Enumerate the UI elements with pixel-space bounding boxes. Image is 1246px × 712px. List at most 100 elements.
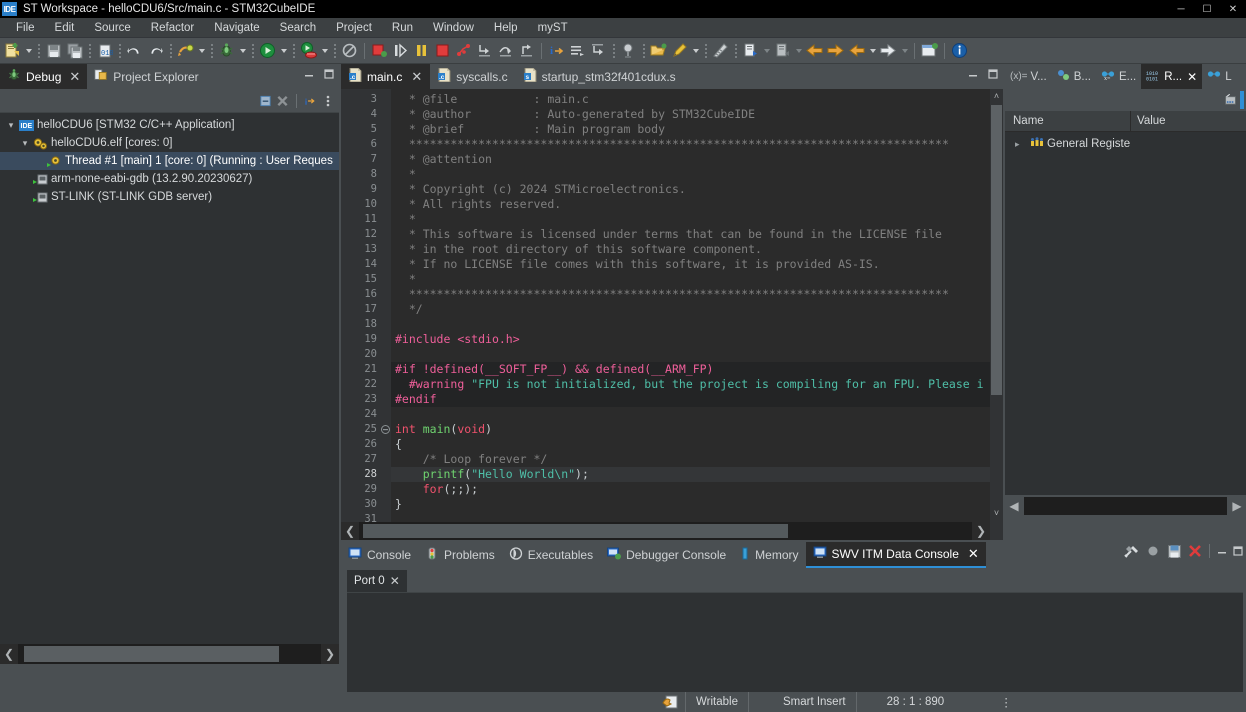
minimize-view-icon[interactable]	[966, 67, 979, 80]
next-edit-dropdown-icon[interactable]	[899, 40, 910, 62]
tree-row-application[interactable]: ▾ IDE helloCDU6 [STM32 C/C++ Application…	[0, 116, 339, 134]
close-icon[interactable]: ✕	[1220, 0, 1246, 18]
clear-icon[interactable]	[1186, 545, 1204, 558]
menu-navigate[interactable]: Navigate	[204, 18, 269, 38]
code-line[interactable]: * @attention	[391, 152, 1003, 167]
restart-icon[interactable]	[588, 40, 609, 62]
code-line[interactable]	[391, 407, 1003, 422]
suspend-icon[interactable]	[411, 40, 432, 62]
status-menu-icon[interactable]: ⋮	[994, 695, 1018, 709]
folding-ruler[interactable]	[379, 89, 391, 540]
tree-row-stlink[interactable]: ST-LINK (ST-LINK GDB server)	[0, 188, 339, 206]
stop-icon[interactable]	[432, 40, 453, 62]
prev-edit-dropdown-icon[interactable]	[867, 40, 878, 62]
tab-console[interactable]: Console	[341, 542, 418, 568]
tree-row-elf[interactable]: ▾ helloCDU6.elf [cores: 0]	[0, 134, 339, 152]
debug-tree[interactable]: ▾ IDE helloCDU6 [STM32 C/C++ Application…	[0, 113, 339, 664]
save-icon[interactable]	[1165, 544, 1183, 558]
tab-live-expressions[interactable]: L	[1202, 64, 1236, 89]
configure-trace-icon[interactable]	[1123, 545, 1141, 558]
next-annotation-icon[interactable]	[740, 40, 761, 62]
run-icon[interactable]	[257, 40, 278, 62]
code-line[interactable]: * This software is licensed under terms …	[391, 227, 1003, 242]
scroll-down-icon[interactable]: ˅	[990, 506, 1003, 520]
scroll-track[interactable]	[1024, 497, 1227, 515]
next-edit-icon[interactable]	[878, 40, 899, 62]
register-group-row[interactable]: ▸ General Registe	[1005, 135, 1246, 153]
pencil-dropdown-icon[interactable]	[690, 40, 701, 62]
scroll-right-icon[interactable]: ❯	[321, 644, 339, 664]
tab-startup-s[interactable]: s startup_stm32f401cdux.s	[516, 64, 684, 89]
previous-annotation-dropdown-icon[interactable]	[793, 40, 804, 62]
new-file-icon[interactable]	[2, 40, 23, 62]
subtab-port-0[interactable]: Port 0 ✕	[347, 570, 407, 592]
open-resource-icon[interactable]	[648, 40, 669, 62]
debug-icon[interactable]	[216, 40, 237, 62]
save-all-icon[interactable]	[64, 40, 85, 62]
maximize-view-icon[interactable]	[322, 67, 335, 80]
registers-tree[interactable]: ▸ General Registe ◀ ▶	[1005, 132, 1246, 517]
fold-toggle-icon[interactable]	[379, 422, 391, 437]
new-file-dropdown-icon[interactable]	[23, 40, 34, 62]
tab-registers[interactable]: 1010 0101 R... ✕	[1141, 64, 1203, 89]
tab-project-explorer[interactable]: Project Explorer	[87, 64, 205, 89]
minimize-icon[interactable]: ─	[1168, 0, 1194, 18]
menu-source[interactable]: Source	[84, 18, 140, 38]
code-line[interactable]: * @file : main.c	[391, 92, 1003, 107]
minimize-view-icon[interactable]	[302, 67, 315, 80]
code-line[interactable]: *	[391, 167, 1003, 182]
close-icon[interactable]: ✕	[69, 69, 80, 85]
collapse-all-icon[interactable]	[259, 94, 272, 107]
tab-debugger-console[interactable]: Debugger Console	[600, 542, 733, 568]
code-line[interactable]: * If no LICENSE file comes with this sof…	[391, 257, 1003, 272]
code-line[interactable]: * in the root directory of this software…	[391, 242, 1003, 257]
tab-expressions[interactable]: x= E...	[1096, 64, 1141, 89]
scroll-thumb[interactable]	[991, 105, 1002, 395]
save-icon[interactable]	[43, 40, 64, 62]
menu-refactor[interactable]: Refactor	[141, 18, 204, 38]
previous-annotation-icon[interactable]	[772, 40, 793, 62]
minimize-view-icon[interactable]	[1215, 545, 1228, 558]
code-line[interactable]: {	[391, 437, 1003, 452]
menu-search[interactable]: Search	[270, 18, 326, 38]
code-line[interactable]: */	[391, 302, 1003, 317]
toggle-icon[interactable]	[567, 40, 588, 62]
chevron-down-icon[interactable]: ▾	[4, 120, 18, 131]
code-line[interactable]: * @brief : Main program body	[391, 122, 1003, 137]
back-icon[interactable]	[804, 40, 825, 62]
skip-breakpoints-icon[interactable]	[339, 40, 360, 62]
code-line[interactable]: * Copyright (c) 2024 STMicroelectronics.	[391, 182, 1003, 197]
code-line[interactable]: *	[391, 272, 1003, 287]
menu-project[interactable]: Project	[326, 18, 382, 38]
menu-window[interactable]: Window	[423, 18, 484, 38]
close-icon[interactable]: ✕	[1187, 70, 1197, 84]
menu-help[interactable]: Help	[484, 18, 528, 38]
disconnect-icon[interactable]	[453, 40, 474, 62]
code-line[interactable]: /* Loop forever */	[391, 452, 1003, 467]
tab-swv-itm-data-console[interactable]: SWV ITM Data Console ✕	[805, 542, 986, 568]
scroll-right-icon[interactable]: ❯	[972, 521, 990, 541]
maximize-icon[interactable]: ☐	[1194, 0, 1220, 18]
remove-all-terminated-icon[interactable]	[276, 94, 289, 107]
column-header-value[interactable]: Value	[1131, 111, 1246, 131]
editor-vscrollbar[interactable]: ˄ ˅	[990, 89, 1003, 540]
scroll-left-icon[interactable]: ❮	[341, 521, 359, 541]
step-return-icon[interactable]	[516, 40, 537, 62]
close-icon[interactable]: ✕	[390, 574, 400, 588]
registers-hscrollbar[interactable]: ◀ ▶	[1005, 495, 1246, 517]
tree-row-thread[interactable]: Thread #1 [main] 1 [core: 0] (Running : …	[0, 152, 339, 170]
debug-tree-hscrollbar[interactable]: ❮ ❯	[0, 644, 339, 664]
build-project-icon[interactable]	[175, 40, 196, 62]
registers-format-icon[interactable]	[1224, 93, 1237, 107]
code-line[interactable]: }	[391, 497, 1003, 512]
scroll-track[interactable]	[359, 522, 972, 540]
tab-breakpoints[interactable]: B...	[1052, 64, 1096, 89]
scroll-left-icon[interactable]: ❮	[0, 644, 18, 664]
forward-icon[interactable]	[825, 40, 846, 62]
chevron-right-icon[interactable]: ▸	[1015, 139, 1027, 150]
menu-edit[interactable]: Edit	[45, 18, 85, 38]
info-icon[interactable]	[949, 40, 970, 62]
code-line[interactable]: * All rights reserved.	[391, 197, 1003, 212]
tab-executables[interactable]: Executables	[502, 542, 600, 568]
step-into-icon[interactable]	[474, 40, 495, 62]
